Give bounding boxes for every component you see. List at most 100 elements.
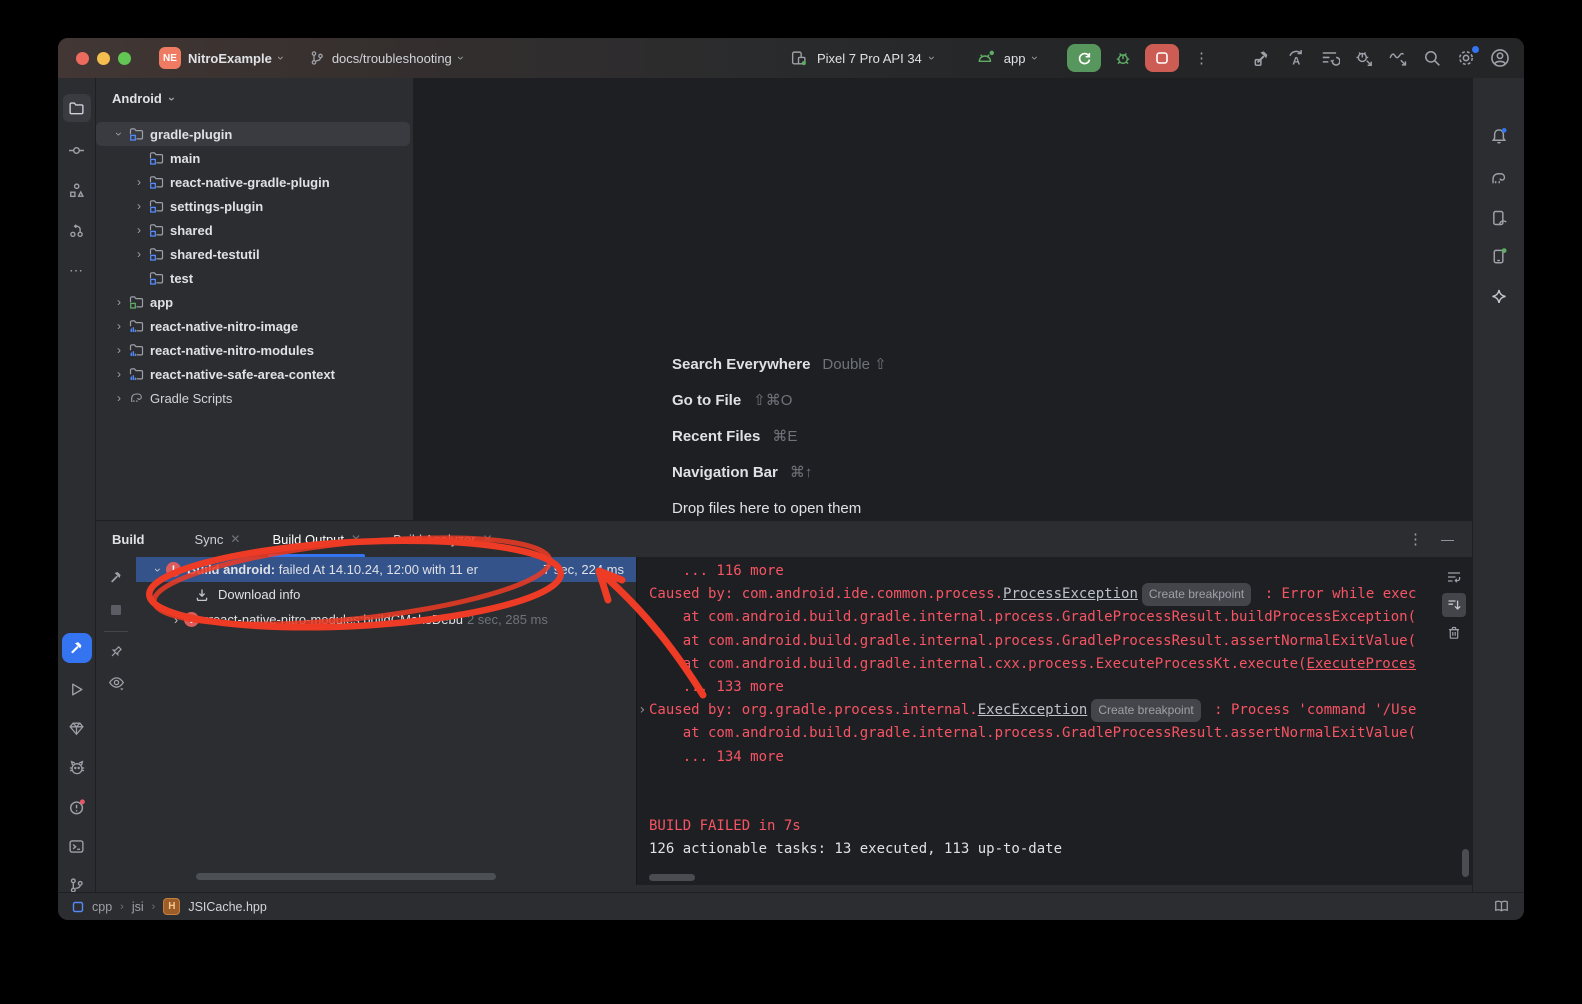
apply-code-changes-icon[interactable] <box>1316 44 1344 72</box>
console-line: at com.android.build.gradle.internal.pro… <box>649 606 1416 629</box>
notifications-bell-icon[interactable] <box>1485 122 1513 150</box>
horizontal-scrollbar[interactable] <box>649 874 695 881</box>
apply-changes-restart-icon[interactable]: A <box>1282 44 1310 72</box>
device-selector[interactable]: Pixel 7 Pro API 34 <box>817 51 922 66</box>
chevron-down-icon[interactable]: › <box>925 56 939 60</box>
exception-link[interactable]: ProcessException <box>1003 586 1138 602</box>
account-avatar-icon[interactable] <box>1486 44 1514 72</box>
chevron-right-icon[interactable]: › <box>130 223 148 237</box>
filter-eye-icon[interactable] <box>103 669 129 695</box>
chevron-right-icon[interactable]: › <box>130 175 148 189</box>
run-tool-icon[interactable] <box>63 675 91 703</box>
project-selector[interactable]: NE NitroExample › <box>159 47 283 69</box>
tree-item-react-native-nitro-image[interactable]: › react-native-nitro-image <box>96 314 414 338</box>
tree-item-shared[interactable]: › shared <box>96 218 414 242</box>
library-module-icon <box>128 366 148 382</box>
chevron-right-icon[interactable]: › <box>130 247 148 261</box>
close-tab-icon[interactable]: ✕ <box>351 532 361 546</box>
download-info-row[interactable]: Download info <box>136 582 636 607</box>
running-devices-icon[interactable] <box>1485 242 1513 270</box>
create-breakpoint-badge[interactable]: Create breakpoint <box>1091 699 1200 722</box>
terminal-tool-icon[interactable] <box>63 832 91 860</box>
tree-item-main[interactable]: main <box>96 146 414 170</box>
zoom-window-button[interactable] <box>118 52 131 65</box>
app-quality-insights-gem-icon[interactable] <box>63 714 91 742</box>
build-tool-icon[interactable] <box>62 633 92 663</box>
chevron-down-icon[interactable]: › <box>1028 56 1042 60</box>
clear-console-trash-icon[interactable] <box>1442 621 1466 645</box>
git-branch-icon <box>309 50 325 66</box>
stop-button[interactable] <box>1145 44 1179 72</box>
ide-window: NE NitroExample › docs/troubleshooting › <box>58 38 1524 920</box>
gradle-tool-icon[interactable] <box>1485 164 1513 192</box>
more-options-icon[interactable]: ⋮ <box>1408 530 1423 548</box>
problems-tool-icon[interactable] <box>63 793 91 821</box>
tab-build-analyzer[interactable]: Build Analyzer ✕ <box>381 521 504 557</box>
pin-tab-icon[interactable] <box>103 639 129 665</box>
profiler-icon[interactable] <box>1384 44 1412 72</box>
attach-debugger-icon[interactable] <box>1350 44 1378 72</box>
hint-go-to-file: Go to File ⇧⌘O <box>672 382 887 418</box>
more-actions-icon[interactable]: ⋮ <box>1187 44 1215 72</box>
commit-tool-icon[interactable] <box>63 136 91 164</box>
tab-sync[interactable]: Sync ✕ <box>183 521 253 557</box>
logcat-cat-icon[interactable] <box>63 754 91 782</box>
run-config-selector[interactable]: app <box>1004 51 1026 66</box>
build-project-icon[interactable] <box>1248 44 1276 72</box>
chevron-right-icon[interactable]: › <box>110 367 128 381</box>
chevron-right-icon[interactable]: › <box>110 295 128 309</box>
tree-item-react-native-nitro-modules[interactable]: › react-native-nitro-modules <box>96 338 414 362</box>
structure-tool-icon[interactable] <box>63 176 91 204</box>
chevron-down-icon[interactable]: › <box>151 562 165 578</box>
close-window-button[interactable] <box>76 52 89 65</box>
failed-task-row[interactable]: › ! :react-native-nitro-modules:buildCMa… <box>136 607 636 632</box>
tree-item-react-native-safe-area-context[interactable]: › react-native-safe-area-context <box>96 362 414 386</box>
close-tab-icon[interactable]: ✕ <box>482 532 492 546</box>
hide-panel-icon[interactable]: — <box>1441 532 1454 547</box>
tree-item-settings-plugin[interactable]: › settings-plugin <box>96 194 414 218</box>
vcs-branch-selector[interactable]: docs/troubleshooting › <box>309 50 463 66</box>
more-tool-windows-icon[interactable]: ⋯ <box>63 256 91 284</box>
chevron-right-icon[interactable]: › <box>110 319 128 333</box>
tree-item-app[interactable]: › app <box>96 290 414 314</box>
rerun-button[interactable] <box>1067 44 1101 72</box>
project-tool-icon[interactable] <box>63 94 91 122</box>
android-app-icon <box>976 49 996 67</box>
vcs-log-tool-icon[interactable] <box>63 216 91 244</box>
source-link[interactable]: ExecuteProces <box>1306 656 1416 672</box>
tree-item-shared-testutil[interactable]: › shared-testutil <box>96 242 414 266</box>
vertical-scrollbar[interactable] <box>1462 849 1469 877</box>
breadcrumb-folder[interactable]: cpp <box>92 900 112 914</box>
tree-item-react-native-gradle-plugin[interactable]: › react-native-gradle-plugin <box>96 170 414 194</box>
tree-item-test[interactable]: test <box>96 266 414 290</box>
close-tab-icon[interactable]: ✕ <box>230 532 240 546</box>
create-breakpoint-badge[interactable]: Create breakpoint <box>1142 583 1251 606</box>
project-view-selector[interactable]: Android › <box>96 78 413 106</box>
tasks-summary-line: 126 actionable tasks: 13 executed, 113 u… <box>649 838 1416 861</box>
debug-button[interactable] <box>1109 44 1137 72</box>
scroll-to-end-icon[interactable] <box>1442 593 1466 617</box>
build-result-row[interactable]: › ! Build android: failed At 14.10.24, 1… <box>136 557 636 582</box>
minimize-window-button[interactable] <box>97 52 110 65</box>
chevron-down-icon[interactable]: › <box>112 125 126 143</box>
tab-build-output[interactable]: Build Output ✕ <box>260 521 373 557</box>
horizontal-scrollbar[interactable] <box>196 873 496 880</box>
module-folder-icon <box>148 174 168 190</box>
chevron-right-icon[interactable]: › <box>110 343 128 357</box>
book-icon[interactable] <box>1493 898 1510 915</box>
tree-item-gradle-scripts[interactable]: › Gradle Scripts <box>96 386 414 410</box>
breadcrumb-folder[interactable]: jsi <box>132 900 144 914</box>
soft-wrap-icon[interactable] <box>1442 565 1466 589</box>
fold-chevron-icon[interactable]: › <box>638 699 646 722</box>
tree-item-gradle-plugin[interactable]: › gradle-plugin <box>96 122 410 146</box>
restart-build-hammer-icon[interactable] <box>103 565 129 591</box>
device-manager-icon[interactable] <box>1485 204 1513 232</box>
settings-gear-icon[interactable] <box>1452 44 1480 72</box>
exception-link[interactable]: ExecException <box>978 702 1088 718</box>
chevron-right-icon[interactable]: › <box>130 199 148 213</box>
chevron-right-icon[interactable]: › <box>168 613 184 627</box>
chevron-right-icon[interactable]: › <box>110 391 128 405</box>
breadcrumb-file[interactable]: JSICache.hpp <box>188 900 267 914</box>
search-everywhere-icon[interactable] <box>1418 44 1446 72</box>
gemini-sparkle-icon[interactable] <box>1485 283 1513 311</box>
